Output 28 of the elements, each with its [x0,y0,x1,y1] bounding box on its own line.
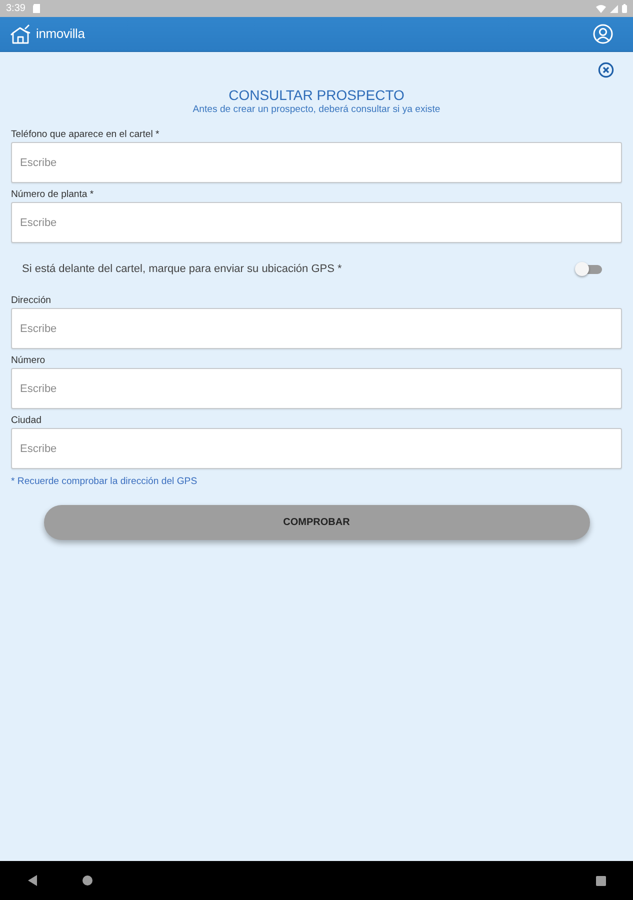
field-label: Número [11,355,46,367]
text-field[interactable]: Escribe [11,428,622,469]
recents-icon[interactable] [596,876,606,886]
house-logo-icon [10,24,31,44]
form-subtitle: Antes de crear un prospecto, deberá consultar si ya existe [192,104,442,116]
text-field[interactable]: Escribe [11,368,622,409]
battery-icon [622,4,627,13]
field-label: Dirección [11,295,51,307]
gps-toggle-switch[interactable] [575,261,603,277]
wifi-icon [596,4,606,12]
sd-card-icon [33,4,40,13]
brand-name: inmovilla [36,25,85,44]
gps-note: * Recuerde comprobar la dirección del GPS [11,476,198,488]
field-label: Ciudad [11,415,42,427]
home-icon[interactable] [82,875,93,886]
field-label: Teléfono que aparece en el cartel * [11,129,160,141]
switch-label: Si está delante del cartel, marque para enviar su ubicación GPS * [22,262,342,277]
close-icon[interactable] [598,62,614,78]
back-icon[interactable] [28,875,37,886]
form-title: CONSULTAR PROSPECTO [228,86,406,104]
status-time: 3:39 [6,2,26,16]
profile-icon[interactable] [593,24,613,44]
text-field[interactable]: Escribe [11,308,622,349]
field-label: Número de planta * [11,189,94,201]
signal-icon [610,4,618,12]
check-button[interactable]: COMPROBAR [44,505,590,540]
text-field[interactable]: Escribe [11,202,622,243]
text-field[interactable]: Escribe [11,142,622,183]
